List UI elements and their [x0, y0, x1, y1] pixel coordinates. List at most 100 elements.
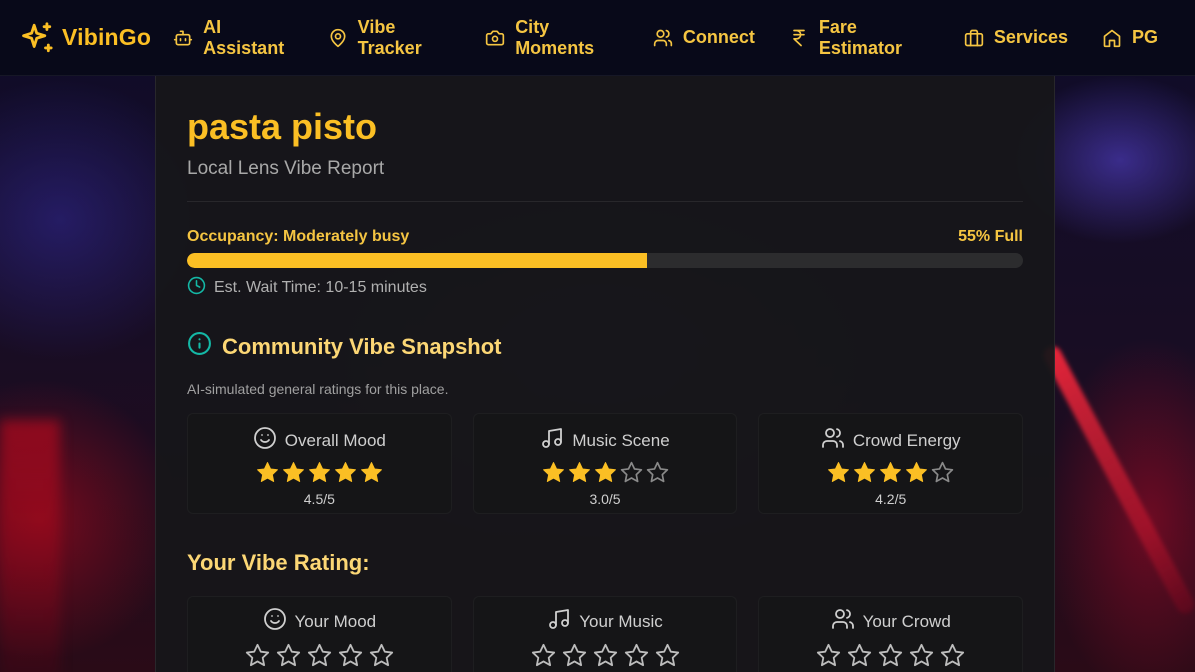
rating-tile-overall-mood: Overall Mood 4.5/5 — [187, 413, 452, 514]
brand-name: VibinGo — [62, 24, 152, 50]
tile-label: Music Scene — [572, 430, 670, 450]
clock-icon — [187, 276, 206, 300]
star-filled-icon — [594, 462, 616, 482]
occupancy-percent: 55% Full — [958, 228, 1023, 245]
star-filled-icon — [308, 462, 330, 482]
occupancy-label: Occupancy: Moderately busy — [187, 228, 410, 245]
wait-time: Est. Wait Time: 10-15 minutes — [187, 276, 427, 300]
rating-tile-music-scene: Music Scene 3.0/5 — [472, 413, 738, 514]
star-button-icon[interactable] — [337, 642, 364, 669]
star-button-icon[interactable] — [306, 642, 333, 669]
star-filled-icon — [568, 462, 590, 482]
vibe-report-card: pasta pisto Local Lens Vibe Report Occup… — [155, 76, 1055, 672]
tile-header: Your Crowd — [831, 607, 951, 636]
tile-header: Crowd Energy — [821, 426, 961, 455]
star-filled-icon — [360, 462, 382, 482]
occupancy-progress-fill — [187, 253, 647, 268]
star-rating-input — [244, 642, 395, 669]
rupee-icon — [789, 28, 809, 48]
nav-item-label: Services — [993, 27, 1068, 47]
nav-item-vibe-tracker[interactable]: Vibe Tracker — [311, 16, 469, 58]
nav-item-label: AI Assistant — [203, 16, 285, 58]
star-empty-icon — [620, 461, 642, 483]
tile-label: Crowd Energy — [852, 430, 961, 450]
tile-header: Your Music — [547, 607, 663, 636]
rating-score: 3.0/5 — [589, 491, 621, 507]
nav-item-pg[interactable]: PG — [1085, 18, 1175, 58]
rating-score: 4.5/5 — [303, 491, 335, 507]
your-rating-tile-music: Your Music — [472, 596, 738, 672]
your-rating-tile-crowd: Your Crowd — [758, 596, 1024, 672]
nav-menu: AI Assistant Vibe Tracker City Moments C… — [173, 16, 1175, 58]
brand[interactable]: VibinGo — [20, 21, 151, 55]
star-filled-icon — [542, 462, 564, 482]
tile-label: Your Music — [579, 611, 663, 631]
info-icon — [187, 331, 212, 362]
tile-header: Overall Mood — [253, 426, 386, 455]
community-title-text: Community Vibe Snapshot — [222, 333, 502, 359]
occupancy-row: Occupancy: Moderately busy 55% Full — [187, 228, 1023, 246]
star-button-icon[interactable] — [368, 642, 395, 669]
star-filled-icon — [256, 462, 278, 482]
nav-item-label: City Moments — [515, 16, 595, 58]
star-button-icon[interactable] — [939, 642, 966, 669]
star-filled-icon — [854, 462, 876, 482]
smile-icon — [253, 426, 277, 455]
star-button-icon[interactable] — [244, 642, 271, 669]
star-button-icon[interactable] — [623, 642, 650, 669]
divider — [187, 201, 1023, 202]
background-light — [0, 420, 60, 672]
nav-item-connect[interactable]: Connect — [636, 18, 772, 58]
report-subtitle: Local Lens Vibe Report — [187, 158, 385, 179]
nav-item-label: Vibe Tracker — [357, 16, 422, 58]
star-button-icon[interactable] — [592, 642, 619, 669]
tile-label: Your Crowd — [862, 611, 951, 631]
star-rating — [541, 460, 670, 485]
rating-tile-crowd-energy: Crowd Energy 4.2/5 — [758, 413, 1024, 514]
community-ratings: Overall Mood 4.5/5 Music Scene 3.0/5 Cro… — [187, 413, 1024, 514]
star-button-icon[interactable] — [275, 642, 302, 669]
camera-icon — [485, 28, 505, 48]
star-button-icon[interactable] — [846, 642, 873, 669]
your-ratings: Your Mood Your Music Your Crowd — [187, 596, 1024, 672]
community-subtitle: AI-simulated general ratings for this pl… — [187, 381, 449, 397]
star-filled-icon — [282, 462, 304, 482]
music-icon — [547, 607, 571, 636]
star-filled-icon — [880, 462, 902, 482]
star-filled-icon — [906, 462, 928, 482]
users-icon — [831, 607, 855, 636]
nav-item-city-moments[interactable]: City Moments — [468, 16, 636, 58]
occupancy-progress-bar — [187, 253, 1023, 268]
nav-item-ai-assistant[interactable]: AI Assistant — [173, 16, 310, 58]
bot-icon — [173, 28, 193, 48]
map-pin-icon — [328, 28, 348, 48]
star-rating-input — [530, 642, 681, 669]
star-button-icon[interactable] — [561, 642, 588, 669]
tile-header: Your Mood — [263, 607, 376, 636]
nav-item-services[interactable]: Services — [947, 18, 1085, 58]
wait-time-text: Est. Wait Time: 10-15 minutes — [214, 279, 427, 296]
place-name: pasta pisto — [187, 106, 378, 147]
nav-item-label: Fare Estimator — [818, 16, 902, 58]
star-rating — [826, 460, 955, 485]
nav-item-fare-estimator[interactable]: Fare Estimator — [772, 16, 947, 58]
star-button-icon[interactable] — [654, 642, 681, 669]
briefcase-icon — [964, 28, 984, 48]
users-icon — [653, 28, 673, 48]
star-button-icon[interactable] — [815, 642, 842, 669]
star-button-icon[interactable] — [908, 642, 935, 669]
your-rating-tile-mood: Your Mood — [187, 596, 452, 672]
nav-item-label: PG — [1131, 27, 1158, 47]
star-button-icon[interactable] — [877, 642, 904, 669]
top-navbar: VibinGo AI Assistant Vibe Tracker City M… — [0, 0, 1195, 76]
star-button-icon[interactable] — [530, 642, 557, 669]
tile-header: Music Scene — [540, 426, 670, 455]
users-icon — [821, 426, 845, 455]
home-icon — [1102, 28, 1122, 48]
sparkles-icon — [20, 21, 54, 55]
rating-score: 4.2/5 — [875, 491, 907, 507]
star-empty-icon — [646, 461, 668, 483]
tile-label: Overall Mood — [284, 430, 386, 450]
star-empty-icon — [931, 461, 954, 483]
music-icon — [540, 426, 564, 455]
